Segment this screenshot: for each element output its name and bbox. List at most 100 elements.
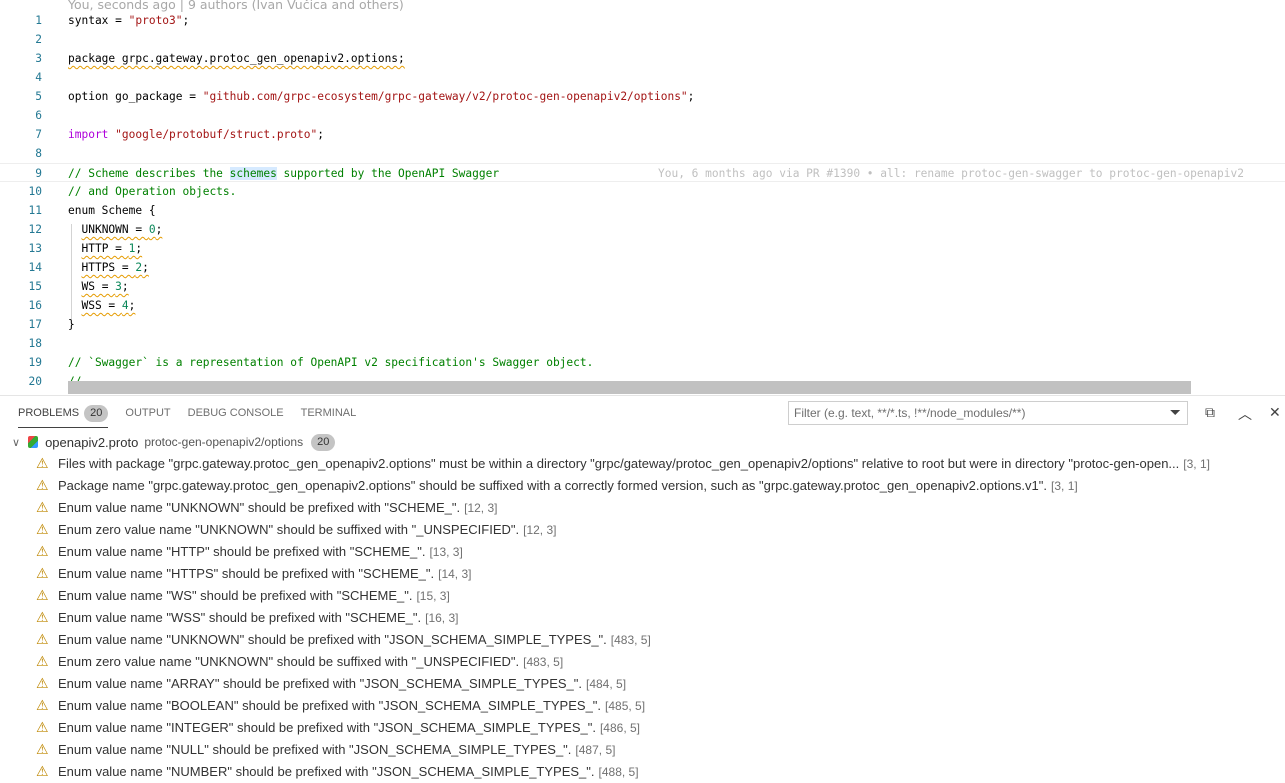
code-token: HTTP = [81, 242, 129, 255]
code-text: WSS = 4; [68, 296, 135, 315]
line-number: 3 [35, 52, 42, 65]
code-line[interactable]: 5 option go_package = "github.com/grpc-ec… [0, 87, 1285, 106]
tab-output[interactable]: OUTPUT [125, 404, 170, 428]
problem-message: Enum value name "HTTPS" should be prefix… [58, 566, 435, 581]
file-group-row[interactable]: ∨ openapiv2.proto protoc-gen-openapiv2/o… [12, 432, 336, 452]
line-number: 13 [28, 242, 42, 255]
code-text: syntax = "proto3"; [68, 11, 189, 30]
problem-location: [14, 3] [438, 567, 472, 581]
inline-blame: You, 6 months ago via PR #1390 • all: re… [658, 167, 1244, 180]
code-text: WS = 3; [68, 277, 128, 296]
warning-icon: ⚠ [36, 477, 49, 493]
problem-location: [486, 5] [599, 721, 640, 735]
warning-icon: ⚠ [36, 499, 49, 515]
problem-item[interactable]: ⚠ Enum value name "INTEGER" should be pre… [36, 716, 640, 738]
code-line[interactable]: 9 // Scheme describes the schemes support… [0, 163, 1285, 182]
chevron-down-icon[interactable]: ∨ [12, 436, 20, 449]
code-line[interactable]: 18 [0, 334, 1285, 353]
problem-item[interactable]: ⚠ Package name "grpc.gateway.protoc_gen_o… [36, 474, 1078, 496]
code-token: } [68, 318, 75, 331]
problem-location: [12, 3] [523, 523, 557, 537]
code-text: HTTPS = 2; [68, 258, 149, 277]
problem-item[interactable]: ⚠ Enum value name "WS" should be prefixed… [36, 584, 450, 606]
problem-item[interactable]: ⚠ Enum value name "HTTP" should be prefix… [36, 540, 463, 562]
code-editor[interactable]: You, seconds ago | 9 authors (Ivan Vučic… [0, 0, 1285, 395]
code-line[interactable]: 16 WSS = 4; [0, 296, 1285, 315]
problem-item[interactable]: ⚠ Enum value name "UNKNOWN" should be pre… [36, 496, 497, 518]
problem-message: Enum value name "NULL" should be prefixe… [58, 742, 572, 757]
warning-icon: ⚠ [36, 543, 49, 559]
warning-icon: ⚠ [36, 521, 49, 537]
code-token: 3 [115, 280, 122, 293]
code-token: "google/protobuf/struct.proto" [115, 128, 318, 141]
problem-location: [484, 5] [586, 677, 627, 691]
code-line[interactable]: 11 enum Scheme { [0, 201, 1285, 220]
problem-message: Files with package "grpc.gateway.protoc_… [58, 456, 1180, 471]
code-token: supported by the OpenAPI Swagger [276, 167, 500, 180]
code-line[interactable]: 17} [0, 315, 1285, 334]
close-panel-icon[interactable]: ✕ [1269, 404, 1281, 421]
code-line[interactable]: 12 UNKNOWN = 0; [0, 220, 1285, 239]
warning-icon: ⚠ [36, 719, 49, 735]
horizontal-scrollbar[interactable] [68, 381, 1191, 394]
problem-message: Enum value name "NUMBER" should be prefi… [58, 764, 595, 779]
tab-debug-console[interactable]: DEBUG CONSOLE [188, 404, 284, 428]
problem-item[interactable]: ⚠ Enum value name "UNKNOWN" should be pre… [36, 628, 651, 650]
code-line[interactable]: 4 [0, 68, 1285, 87]
code-line[interactable]: 3 package grpc.gateway.protoc_gen_openapi… [0, 49, 1285, 68]
line-number: 8 [35, 147, 42, 160]
line-number: 9 [35, 167, 42, 180]
code-token: ; [687, 90, 695, 103]
proto-file-icon [28, 436, 39, 448]
problem-message: Enum zero value name "UNKNOWN" should be… [58, 522, 520, 537]
line-number: 4 [35, 71, 42, 84]
code-line[interactable]: 1 syntax = "proto3"; [0, 11, 1285, 30]
collapse-all-icon[interactable]: ⧉ [1205, 404, 1215, 421]
file-path: protoc-gen-openapiv2/options [144, 435, 304, 449]
code-line[interactable]: 7 import "google/protobuf/struct.proto"; [0, 125, 1285, 144]
warning-icon: ⚠ [36, 587, 49, 603]
code-token: ; [317, 128, 324, 141]
problem-message: Enum value name "WSS" should be prefixed… [58, 610, 422, 625]
line-number: 2 [35, 33, 42, 46]
code-line[interactable]: 10 // and Operation objects. [0, 182, 1285, 201]
problem-item[interactable]: ⚠ Enum value name "ARRAY" should be prefi… [36, 672, 626, 694]
warning-icon: ⚠ [36, 675, 49, 691]
code-token: // `Swagger` is a representation of Open… [68, 356, 594, 369]
tab-problems[interactable]: PROBLEMS 20 [18, 404, 109, 428]
code-line[interactable]: 13 HTTP = 1; [0, 239, 1285, 258]
problem-item[interactable]: ⚠ Enum value name "BOOLEAN" should be pre… [36, 694, 645, 716]
code-text: option go_package = "github.com/grpc-eco… [68, 87, 694, 106]
problem-item[interactable]: ⚠ Enum value name "HTTPS" should be prefi… [36, 562, 471, 584]
code-line[interactable]: 19 // `Swagger` is a representation of Op… [0, 353, 1285, 372]
problem-location: [12, 3] [464, 501, 498, 515]
code-line[interactable]: 6 [0, 106, 1285, 125]
warning-icon: ⚠ [36, 565, 49, 581]
problem-item[interactable]: ⚠ Enum zero value name "UNKNOWN" should b… [36, 650, 563, 672]
problem-item[interactable]: ⚠ Enum value name "NULL" should be prefix… [36, 738, 615, 760]
maximize-panel-icon[interactable]: ︿ [1238, 404, 1252, 424]
code-line[interactable]: 14 HTTPS = 2; [0, 258, 1285, 277]
code-token: // and Operation objects. [68, 185, 237, 198]
code-token: ; [142, 261, 149, 274]
line-number: 14 [28, 261, 42, 274]
code-token: ; [155, 223, 163, 236]
problem-item[interactable]: ⚠ Files with package "grpc.gateway.protoc… [36, 452, 1210, 474]
problem-item[interactable]: ⚠ Enum zero value name "UNKNOWN" should b… [36, 518, 556, 540]
tab-terminal[interactable]: TERMINAL [301, 404, 357, 428]
code-line[interactable]: 15 WS = 3; [0, 277, 1285, 296]
code-token: syntax = [68, 14, 129, 27]
warning-icon: ⚠ [36, 631, 49, 647]
problem-item[interactable]: ⚠ Enum value name "WSS" should be prefixe… [36, 606, 458, 628]
code-line[interactable]: 8 [0, 144, 1285, 163]
code-line[interactable]: 2 [0, 30, 1285, 49]
problem-message: Enum value name "UNKNOWN" should be pref… [58, 632, 607, 647]
problem-message: Enum value name "ARRAY" should be prefix… [58, 676, 582, 691]
code-text: package grpc.gateway.protoc_gen_openapiv… [68, 49, 405, 68]
filter-input[interactable]: Filter (e.g. text, **/*.ts, !**/node_mod… [788, 401, 1188, 425]
code-token: enum Scheme { [68, 204, 156, 217]
warning-icon: ⚠ [36, 653, 49, 669]
warning-icon: ⚠ [36, 455, 49, 471]
filter-icon[interactable]: ⏷ [1170, 404, 1181, 421]
code-token: WSS = [81, 299, 122, 312]
